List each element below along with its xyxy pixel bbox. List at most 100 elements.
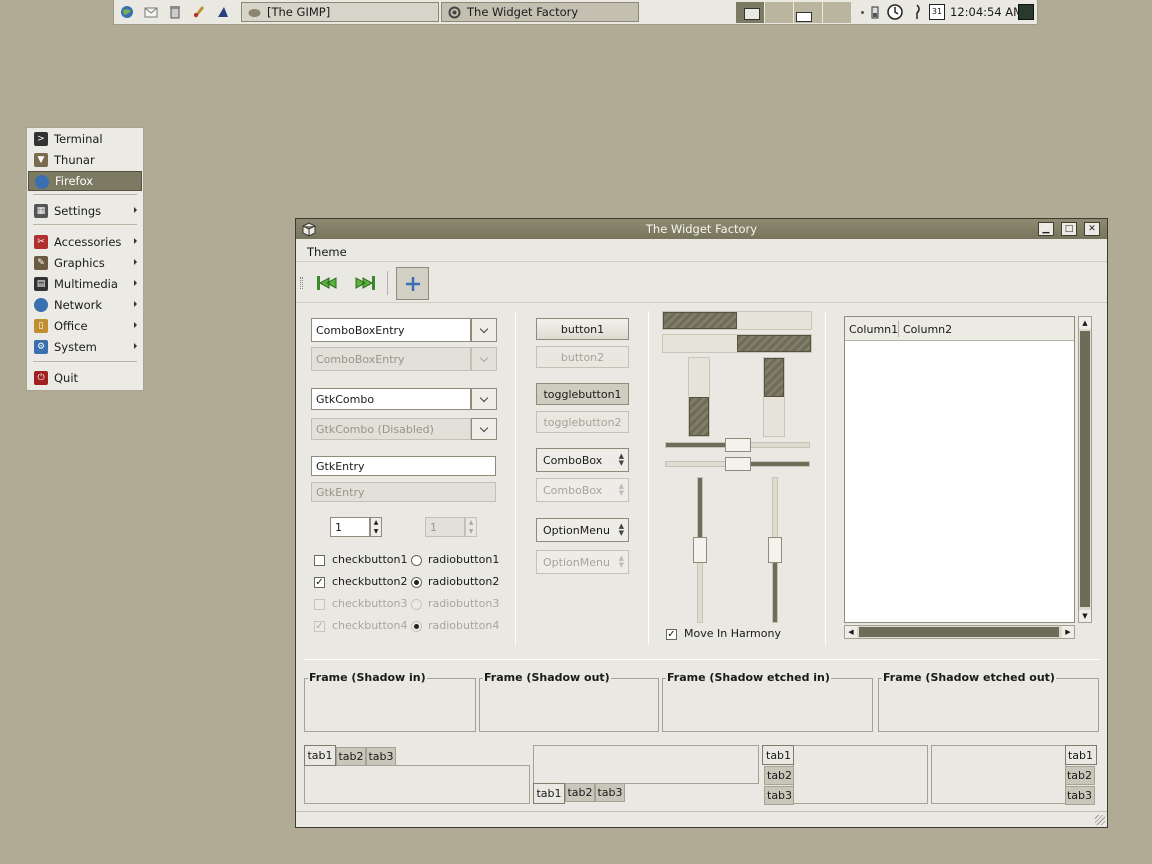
notebook-right-tab3[interactable]: tab3: [1065, 786, 1095, 805]
mail-icon[interactable]: [142, 3, 160, 21]
workspace-4[interactable]: [823, 2, 852, 23]
menu-theme[interactable]: Theme: [307, 245, 347, 259]
scroll-down-icon[interactable]: ▼: [1079, 610, 1091, 622]
task-button-widget-factory[interactable]: The Widget Factory: [441, 2, 639, 22]
notebook-right-tab2[interactable]: tab2: [1065, 766, 1095, 785]
menu-item-label: Thunar: [54, 153, 95, 167]
notebook-left-tab1[interactable]: tab1: [762, 745, 794, 765]
vscale-1-trough[interactable]: [693, 477, 707, 623]
gtk-entry[interactable]: GtkEntry: [311, 456, 496, 476]
terminal-launcher-icon[interactable]: [1018, 4, 1034, 20]
goto-last-button[interactable]: [351, 269, 379, 297]
togglebutton1[interactable]: togglebutton1: [536, 383, 629, 405]
spin-up-icon: ▲: [468, 519, 474, 526]
checkbutton3-label: checkbutton3: [332, 597, 408, 610]
globe-icon[interactable]: [118, 3, 136, 21]
frame-label: Frame (Shadow out): [483, 671, 611, 684]
vscale-2-slider[interactable]: [768, 537, 782, 563]
battery-icon[interactable]: [871, 5, 879, 19]
notebook-left-tab2[interactable]: tab2: [764, 766, 794, 785]
tree-vertical-scrollbar[interactable]: ▲ ▼: [1078, 316, 1092, 623]
combobox[interactable]: ComboBox ▲ ▼: [536, 448, 629, 472]
menu-item-office[interactable]: ▯ Office: [28, 316, 142, 336]
checkbutton4-box: ✓: [314, 621, 325, 632]
radiobutton1-circle[interactable]: [411, 555, 422, 566]
tree-view[interactable]: Column1 Column2: [844, 316, 1075, 623]
notebook-top-tab1[interactable]: tab1: [304, 745, 336, 766]
scroll-right-icon[interactable]: ▶: [1062, 626, 1074, 638]
workspace-3[interactable]: [794, 2, 823, 23]
checkbutton1-label[interactable]: checkbutton1: [332, 553, 408, 566]
resize-grip-icon[interactable]: [1095, 815, 1105, 825]
column1-header[interactable]: Column1: [849, 323, 898, 336]
menu-item-label: System: [54, 340, 97, 354]
notebook-bottom-tab1[interactable]: tab1: [533, 783, 565, 804]
spin-button-arrows[interactable]: ▲ ▼: [370, 517, 382, 537]
menu-item-accessories[interactable]: ✂ Accessories: [28, 232, 142, 252]
hscale-1-slider[interactable]: [724, 438, 751, 452]
notebook-left-tab3[interactable]: tab3: [764, 786, 794, 805]
add-button[interactable]: [396, 267, 429, 300]
notebook-bottom-tab2[interactable]: tab2: [565, 783, 595, 802]
calendar-icon[interactable]: 31: [929, 4, 945, 20]
hscale-2-slider[interactable]: [724, 457, 751, 471]
notebook-bottom-tab3[interactable]: tab3: [595, 783, 625, 802]
menu-item-thunar[interactable]: ▼ Thunar: [28, 150, 142, 170]
vertical-scroll-thumb[interactable]: [1080, 331, 1090, 607]
menu-item-settings[interactable]: ▦ Settings: [28, 201, 142, 221]
menu-item-multimedia[interactable]: ▤ Multimedia: [28, 274, 142, 294]
notebook-right-tab1[interactable]: tab1: [1065, 745, 1097, 765]
trash-icon[interactable]: [166, 3, 184, 21]
menu-item-quit[interactable]: ⏻ Quit: [28, 368, 142, 388]
task-button-gimp[interactable]: [The GIMP]: [241, 2, 439, 22]
move-in-harmony-label[interactable]: Move In Harmony: [684, 627, 781, 640]
notebook-top-tab3[interactable]: tab3: [366, 747, 396, 766]
vscale-1-slider[interactable]: [693, 537, 707, 563]
combobox-entry-dropdown-button[interactable]: [471, 318, 497, 342]
goto-first-button[interactable]: [313, 269, 341, 297]
option-menu-disabled: OptionMenu ▲ ▼: [536, 550, 629, 574]
button1[interactable]: button1: [536, 318, 629, 340]
panel-clock[interactable]: 12:04:54 AM: [950, 5, 1023, 19]
accessories-icon: ✂: [34, 235, 48, 249]
scroll-up-icon[interactable]: ▲: [1079, 317, 1091, 329]
menu-item-network[interactable]: Network: [28, 295, 142, 315]
menu-item-firefox[interactable]: Firefox: [28, 171, 142, 191]
menu-item-graphics[interactable]: ✎ Graphics: [28, 253, 142, 273]
clock-icon[interactable]: [886, 3, 904, 21]
horizontal-scroll-thumb[interactable]: [859, 627, 1059, 637]
menu-item-terminal[interactable]: > Terminal: [28, 129, 142, 149]
horizontal-separator: [304, 659, 1099, 660]
option-menu[interactable]: OptionMenu ▲ ▼: [536, 518, 629, 542]
notebook-top-tab2[interactable]: tab2: [336, 747, 366, 766]
move-in-harmony-checkbox[interactable]: ✓: [666, 629, 677, 640]
tree-horizontal-scrollbar[interactable]: ◀ ▶: [844, 625, 1075, 639]
checkbutton2-box[interactable]: ✓: [314, 577, 325, 588]
radiobutton2-label[interactable]: radiobutton2: [428, 575, 499, 588]
checkbutton2-label[interactable]: checkbutton2: [332, 575, 408, 588]
maximize-button[interactable]: □: [1061, 222, 1077, 236]
minimize-button[interactable]: ▁: [1038, 222, 1054, 236]
radiobutton2-circle[interactable]: [411, 577, 422, 588]
column2-header[interactable]: Column2: [903, 323, 952, 336]
combobox-entry[interactable]: ComboBoxEntry: [311, 318, 471, 342]
gtkcombo-entry[interactable]: GtkCombo: [311, 388, 471, 410]
spin-button-entry[interactable]: 1: [330, 517, 370, 537]
desktop-menu: > Terminal ▼ Thunar Firefox ▦ Settings ✂ Acc…: [26, 127, 144, 391]
accessories-icon[interactable]: [190, 3, 208, 21]
menu-item-system[interactable]: ⚙ System: [28, 337, 142, 357]
gtkcombo-dropdown-button[interactable]: [471, 388, 497, 410]
workspace-1[interactable]: [736, 2, 765, 23]
toolbar-grip-icon[interactable]: [300, 277, 303, 289]
hscale-1-trough[interactable]: [665, 438, 810, 452]
checkbutton1-box[interactable]: [314, 555, 325, 566]
close-button[interactable]: ✕: [1084, 222, 1100, 236]
radiobutton1-label[interactable]: radiobutton1: [428, 553, 499, 566]
network-icon[interactable]: [911, 3, 923, 21]
workspace-2[interactable]: [765, 2, 794, 23]
application-icon[interactable]: [214, 3, 232, 21]
scroll-left-icon[interactable]: ◀: [845, 626, 857, 638]
hscale-2-trough[interactable]: [665, 457, 810, 471]
vscale-2-trough[interactable]: [768, 477, 782, 623]
window-titlebar[interactable]: The Widget Factory ▁ □ ✕: [296, 219, 1107, 239]
